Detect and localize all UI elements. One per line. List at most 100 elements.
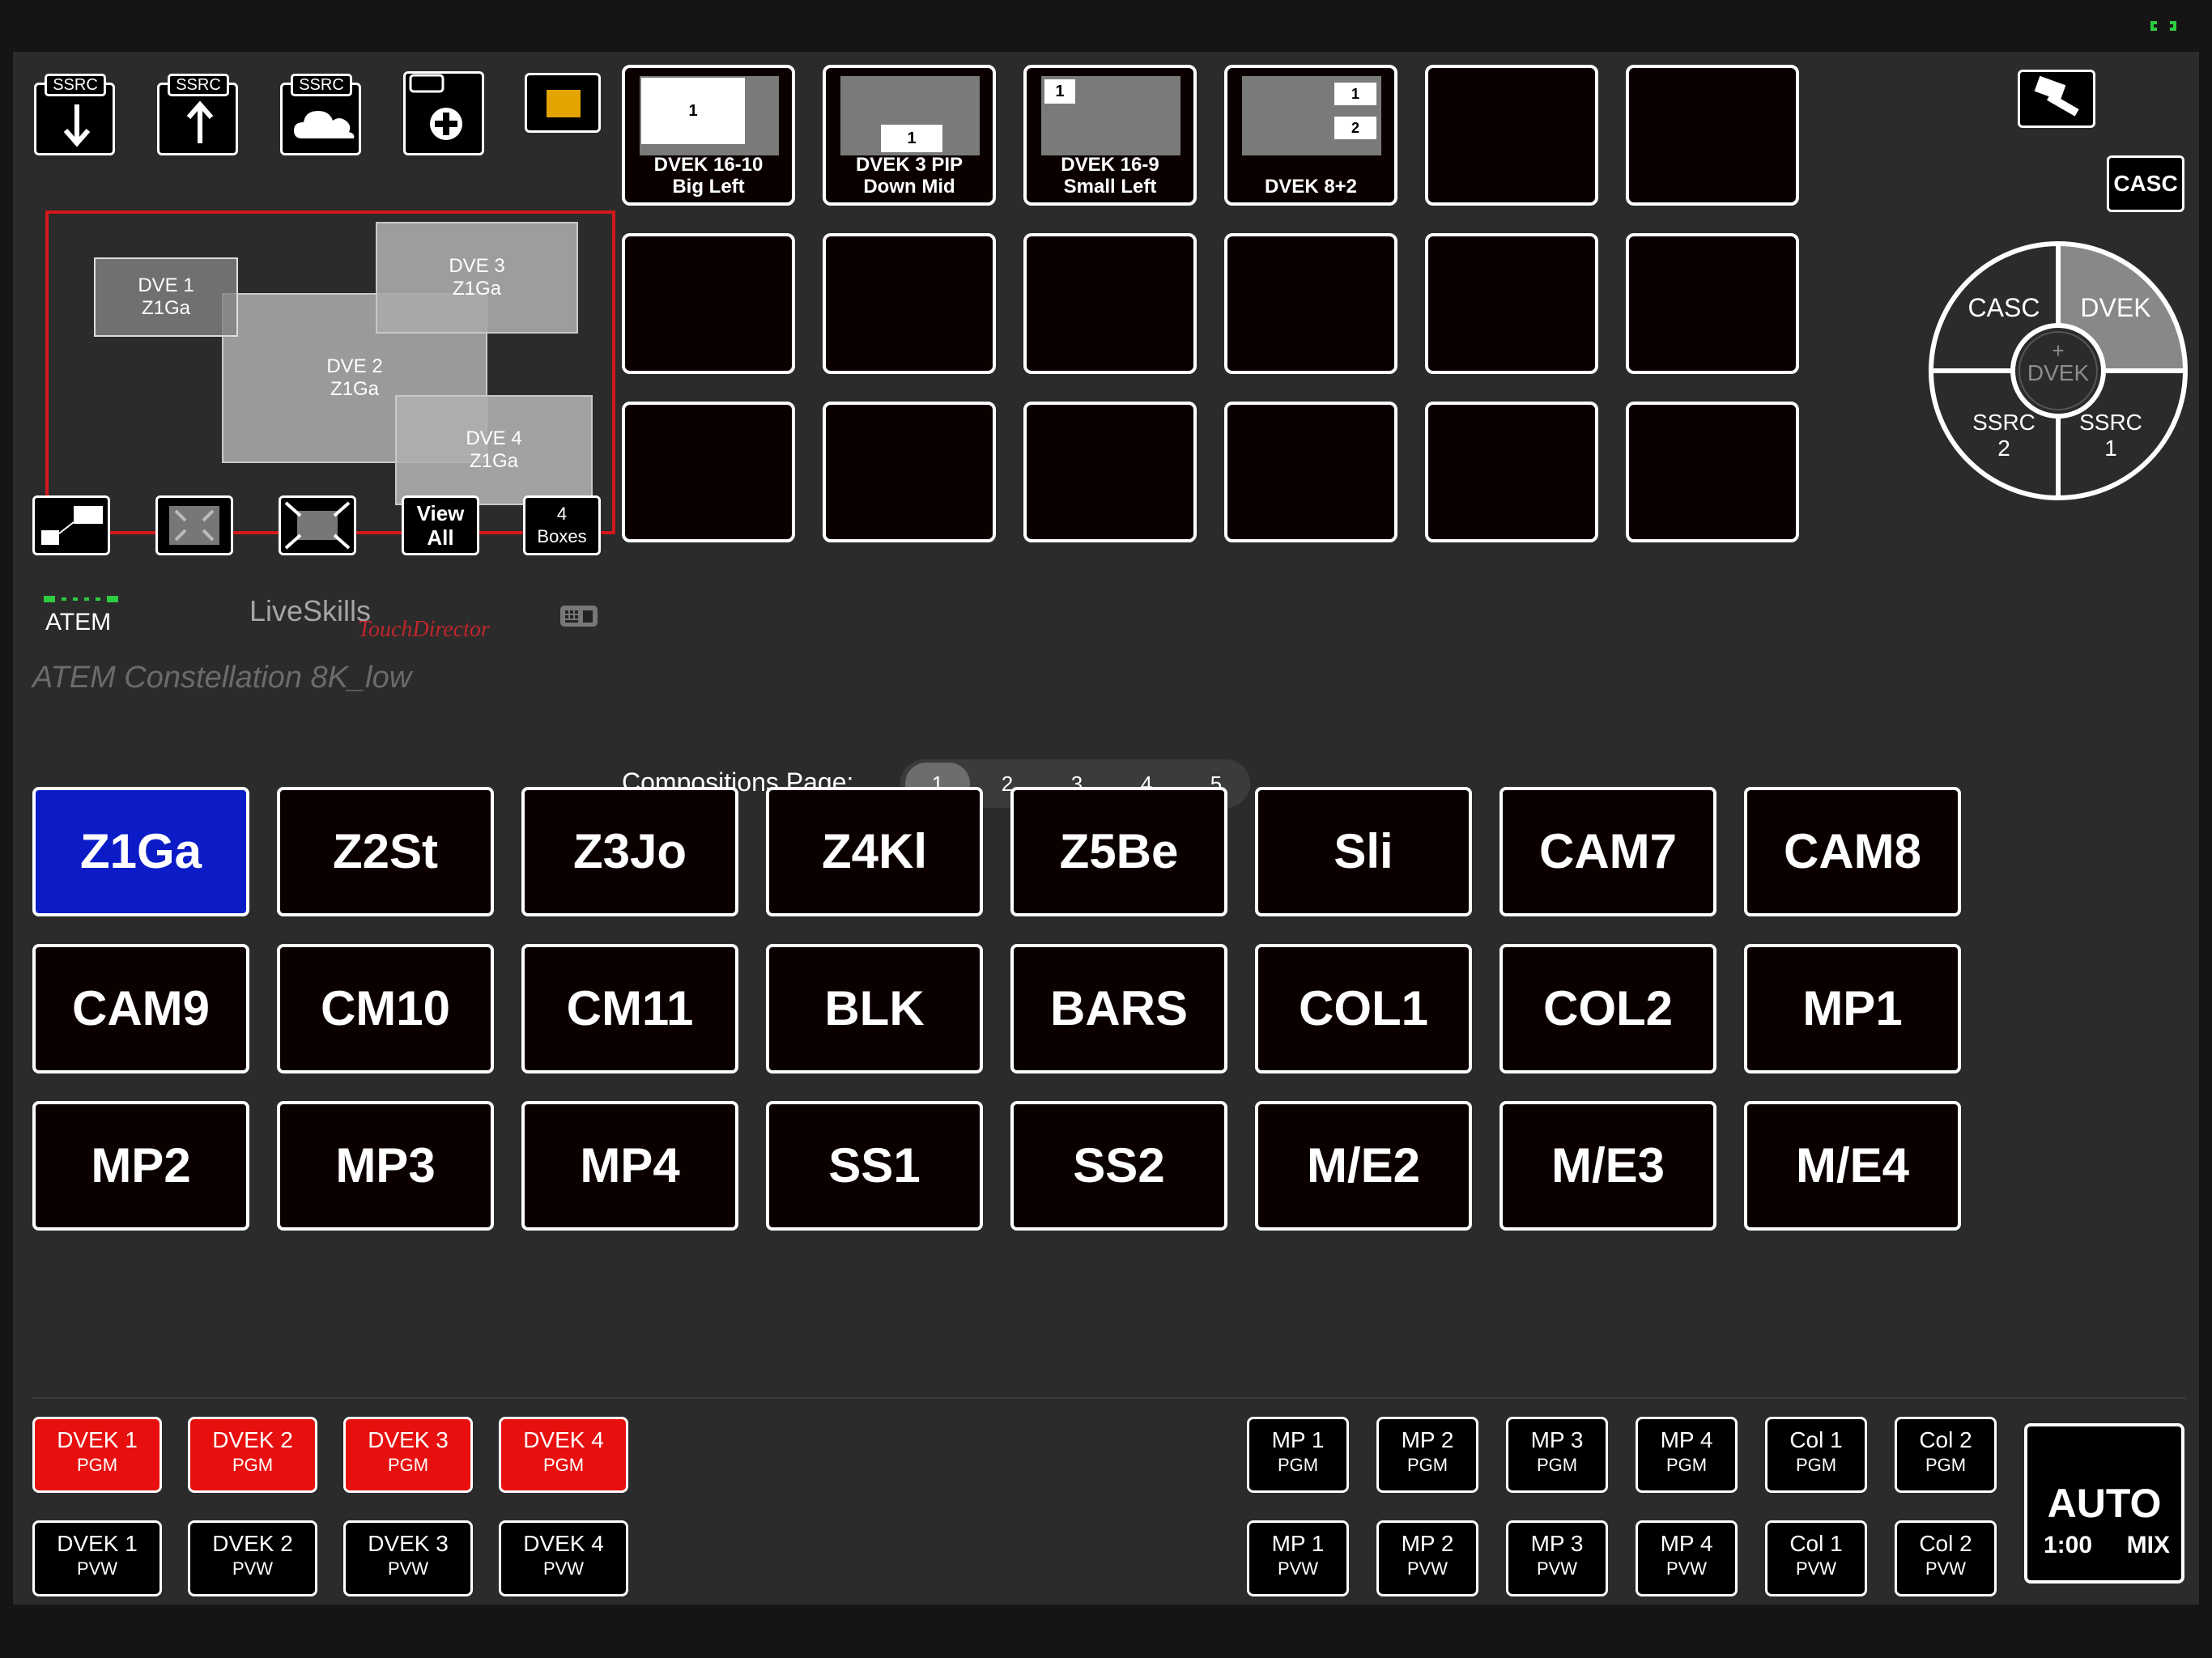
layout-empty-slot[interactable] (1425, 233, 1598, 374)
hammer-button[interactable] (2018, 70, 2095, 128)
layout-box: 1 (1334, 83, 1376, 105)
wheel-center-dvek[interactable]: + DVEK (2018, 340, 2099, 385)
add-folder-button[interactable] (403, 71, 484, 155)
source-mp3[interactable]: MP3 (277, 1101, 494, 1231)
layout-empty-slot[interactable] (1023, 402, 1197, 542)
mp4-pvw-button[interactable]: MP 4 PVW (1636, 1520, 1738, 1596)
source-cm11[interactable]: CM11 (521, 944, 738, 1073)
dve-box-label: DVE 2 (326, 355, 383, 377)
link-icon (2150, 21, 2176, 31)
layout-dvek-16-10[interactable]: 1 DVEK 16-10 Big Left (622, 65, 795, 206)
source-sli[interactable]: Sli (1255, 787, 1472, 916)
source-cam8[interactable]: CAM8 (1744, 787, 1961, 916)
source-cm10[interactable]: CM10 (277, 944, 494, 1073)
dvek4-pvw-button[interactable]: DVEK 4 PVW (499, 1520, 628, 1596)
color-swatch-button[interactable] (525, 73, 601, 133)
mp2-pgm-button[interactable]: MP 2 PGM (1376, 1417, 1478, 1493)
dvek1-pvw-button[interactable]: DVEK 1 PVW (32, 1520, 162, 1596)
source-z4kl[interactable]: Z4Kl (766, 787, 983, 916)
source-bars[interactable]: BARS (1010, 944, 1227, 1073)
zoom-in-button[interactable] (155, 495, 233, 555)
dvek3-pgm-button[interactable]: DVEK 3 PGM (343, 1417, 473, 1493)
source-mp1[interactable]: MP1 (1744, 944, 1961, 1073)
wheel-casc-segment[interactable]: CASC (1959, 293, 2048, 323)
source-z2st[interactable]: Z2St (277, 787, 494, 916)
layout-box: 2 (1334, 117, 1376, 139)
mp1-pgm-button[interactable]: MP 1 PGM (1247, 1417, 1349, 1493)
source-mp2[interactable]: MP2 (32, 1101, 249, 1231)
divider (32, 1397, 2186, 1399)
four-boxes-button[interactable]: 4 Boxes (523, 495, 601, 555)
col2-pgm-button[interactable]: Col 2 PGM (1895, 1417, 1997, 1493)
layout-empty-slot[interactable] (622, 402, 795, 542)
layout-empty-slot[interactable] (1425, 65, 1598, 206)
wheel-dvek-segment[interactable]: DVEK (2071, 293, 2160, 323)
view-all-button[interactable]: View All (402, 495, 479, 555)
layout-empty-slot[interactable] (1224, 233, 1397, 374)
swap-boxes-button[interactable] (32, 495, 110, 555)
dve-box-3[interactable]: DVE 3 Z1Ga (376, 222, 578, 334)
source-ss1[interactable]: SS1 (766, 1101, 983, 1231)
layout-dvek-8-2[interactable]: 1 2 DVEK 8+2 (1224, 65, 1397, 206)
keyboard-grid-icon[interactable] (560, 606, 598, 627)
ssrc-upload-button[interactable]: SSRC (157, 74, 238, 155)
dve-box-label: DVE 1 (138, 274, 194, 296)
source-blk[interactable]: BLK (766, 944, 983, 1073)
layout-caption: DVEK 3 PIP Down Mid (855, 154, 963, 198)
dve-box-4[interactable]: DVE 4 Z1Ga (395, 395, 593, 505)
layout-empty-slot[interactable] (823, 233, 996, 374)
col2-pvw-button[interactable]: Col 2 PVW (1895, 1520, 1997, 1596)
ssrc-cloud-button[interactable]: SSRC (280, 74, 361, 155)
source-col1[interactable]: COL1 (1255, 944, 1472, 1073)
layout-empty-slot[interactable] (1626, 65, 1799, 206)
source-me3[interactable]: M/E3 (1499, 1101, 1716, 1231)
source-z5be[interactable]: Z5Be (1010, 787, 1227, 916)
layout-empty-slot[interactable] (1224, 402, 1397, 542)
source-cam9[interactable]: CAM9 (32, 944, 249, 1073)
dvek2-pvw-button[interactable]: DVEK 2 PVW (188, 1520, 317, 1596)
dvek1-pgm-button[interactable]: DVEK 1 PGM (32, 1417, 162, 1493)
source-me2[interactable]: M/E2 (1255, 1101, 1472, 1231)
layout-empty-slot[interactable] (1425, 402, 1598, 542)
casc-button[interactable]: CASC (2107, 155, 2184, 212)
source-mp4[interactable]: MP4 (521, 1101, 738, 1231)
wheel-ssrc2-segment[interactable]: SSRC 2 (1959, 410, 2048, 461)
upload-arrow-icon (186, 100, 214, 143)
mp4-pgm-button[interactable]: MP 4 PGM (1636, 1417, 1738, 1493)
col1-pgm-button[interactable]: Col 1 PGM (1765, 1417, 1867, 1493)
layout-empty-slot[interactable] (823, 402, 996, 542)
dvek3-pvw-button[interactable]: DVEK 3 PVW (343, 1520, 473, 1596)
zoom-out-button[interactable] (279, 495, 356, 555)
layout-caption: DVEK 16-9 Small Left (1061, 154, 1159, 198)
mp3-pgm-button[interactable]: MP 3 PGM (1506, 1417, 1608, 1493)
auto-transition-button[interactable]: AUTO 1:00 MIX (2024, 1423, 2184, 1584)
swap-boxes-icon (41, 506, 103, 545)
layout-empty-slot[interactable] (1023, 233, 1197, 374)
layout-empty-slot[interactable] (1626, 402, 1799, 542)
col1-pvw-button[interactable]: Col 1 PVW (1765, 1520, 1867, 1596)
layout-box: 1 (881, 125, 942, 152)
source-z3jo[interactable]: Z3Jo (521, 787, 738, 916)
layout-dvek-16-9[interactable]: 1 DVEK 16-9 Small Left (1023, 65, 1197, 206)
composition-preview[interactable]: DVE 2 Z1Ga DVE 3 Z1Ga DVE 1 Z1Ga DVE 4 Z… (45, 210, 615, 534)
wheel-ssrc1-segment[interactable]: SSRC 1 (2066, 410, 2155, 461)
source-cam7[interactable]: CAM7 (1499, 787, 1716, 916)
mp3-pvw-button[interactable]: MP 3 PVW (1506, 1520, 1608, 1596)
source-col2[interactable]: COL2 (1499, 944, 1716, 1073)
dvek2-pgm-button[interactable]: DVEK 2 PGM (188, 1417, 317, 1493)
ssrc-download-button[interactable]: SSRC (34, 74, 115, 155)
auto-rate: 1:00 (2044, 1532, 2093, 1558)
layout-dvek-3-pip[interactable]: 1 DVEK 3 PIP Down Mid (823, 65, 996, 206)
layout-empty-slot[interactable] (1626, 233, 1799, 374)
layout-thumbnail: 1 (1041, 76, 1180, 155)
dvek4-pgm-button[interactable]: DVEK 4 PGM (499, 1417, 628, 1493)
source-z1ga[interactable]: Z1Ga (32, 787, 249, 916)
source-me4[interactable]: M/E4 (1744, 1101, 1961, 1231)
dve-box-1[interactable]: DVE 1 Z1Ga (94, 257, 238, 337)
layout-thumbnail: 1 (640, 76, 779, 155)
mp1-pvw-button[interactable]: MP 1 PVW (1247, 1520, 1349, 1596)
layout-empty-slot[interactable] (622, 233, 795, 374)
mp2-pvw-button[interactable]: MP 2 PVW (1376, 1520, 1478, 1596)
mode-wheel[interactable]: CASC DVEK SSRC 2 SSRC 1 + DVEK (1927, 240, 2189, 502)
source-ss2[interactable]: SS2 (1010, 1101, 1227, 1231)
